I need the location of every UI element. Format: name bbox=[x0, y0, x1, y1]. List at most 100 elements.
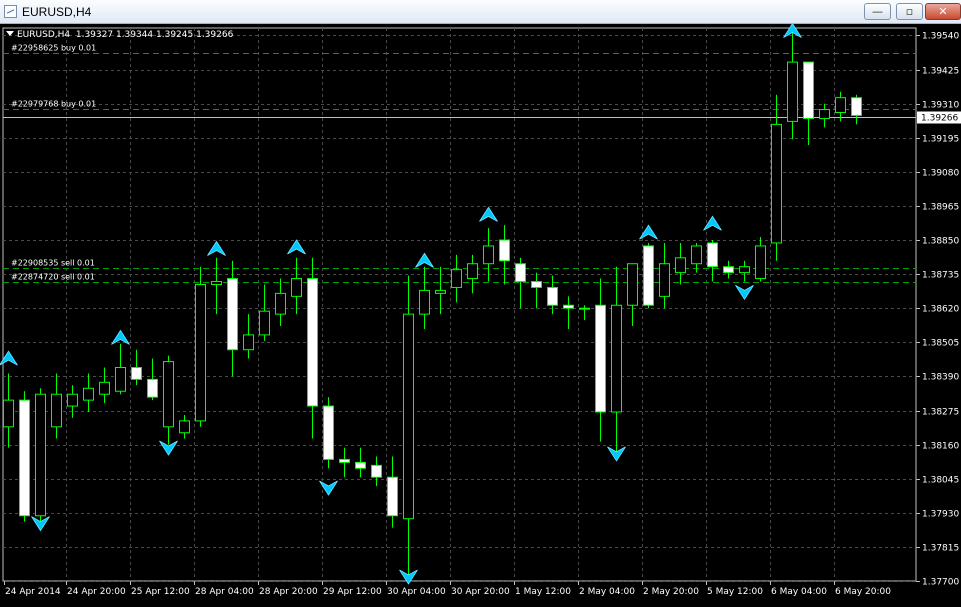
y-tick-label: 1.38160 bbox=[922, 442, 959, 452]
x-tick-label: 5 May 12:00 bbox=[707, 587, 763, 597]
y-tick-label: 1.38045 bbox=[922, 476, 959, 486]
arrow-up-icon bbox=[479, 206, 498, 222]
candle-bull bbox=[99, 381, 110, 395]
candle-bull bbox=[179, 420, 190, 434]
x-tick-label: 28 Apr 04:00 bbox=[195, 587, 254, 597]
y-tick-label: 1.37930 bbox=[922, 510, 959, 520]
x-tick-label: 28 Apr 20:00 bbox=[259, 587, 318, 597]
candle-bull bbox=[787, 61, 798, 122]
candle-bull bbox=[403, 313, 414, 520]
x-tick-label: 6 May 20:00 bbox=[835, 587, 891, 597]
arrow-down-icon bbox=[735, 284, 754, 301]
y-tick-label: 1.37700 bbox=[922, 578, 959, 588]
chart-area[interactable]: 1.39540 1.39425 1.39310 1.39195 1.39080 1.389… bbox=[0, 17, 961, 603]
y-tick-label: 1.39080 bbox=[922, 169, 959, 179]
y-tick-label: 1.39195 bbox=[922, 135, 959, 145]
candle-bull bbox=[275, 292, 286, 315]
candle-bull bbox=[3, 399, 14, 428]
arrow-up-icon bbox=[415, 252, 434, 268]
y-tick-label: 1.38275 bbox=[922, 408, 959, 418]
candle-bull bbox=[451, 269, 462, 288]
y-tick-label: 1.39310 bbox=[922, 101, 959, 111]
candle-bull bbox=[771, 123, 782, 244]
candle-bull bbox=[243, 334, 254, 351]
candle-bull bbox=[35, 393, 46, 517]
y-tick-label: 1.38505 bbox=[922, 339, 959, 349]
arrow-up-icon bbox=[703, 215, 722, 231]
x-tick-label: 2 May 04:00 bbox=[579, 587, 635, 597]
current-price-label: 1.39266 bbox=[921, 114, 958, 124]
candle-bull bbox=[755, 245, 766, 280]
x-tick-label: 25 Apr 12:00 bbox=[131, 587, 190, 597]
candle-bull bbox=[835, 97, 846, 114]
window-titlebar[interactable]: EURUSD,H4 — ▫ ✕ bbox=[0, 0, 961, 24]
chart-window-icon bbox=[4, 5, 17, 18]
symbol-info: EURUSD,H4 1.39327 1.39344 1.39245 1.3926… bbox=[6, 30, 233, 44]
candlestick-chart[interactable]: 1.39540 1.39425 1.39310 1.39195 1.39080 1.389… bbox=[0, 17, 961, 603]
candle-bear bbox=[595, 304, 606, 413]
order-line-label: #22958625 buy 0.01 bbox=[11, 44, 96, 53]
x-tick-label: 1 May 12:00 bbox=[515, 587, 571, 597]
candle-bull bbox=[419, 289, 430, 315]
order-line-label: #22874720 sell 0.01 bbox=[11, 273, 95, 282]
candle-bear bbox=[371, 464, 382, 478]
candle-bull bbox=[611, 304, 622, 413]
candle-bull bbox=[259, 310, 270, 336]
candle-bear bbox=[723, 266, 734, 274]
restore-button[interactable]: ▫ bbox=[896, 3, 923, 20]
candle-bull bbox=[579, 307, 590, 310]
x-tick-label: 30 Apr 04:00 bbox=[387, 587, 446, 597]
y-tick-label: 1.38735 bbox=[922, 271, 959, 281]
candle-bear bbox=[131, 367, 142, 380]
candle-bull bbox=[659, 263, 670, 297]
candle-bull bbox=[115, 367, 126, 392]
candle-bull bbox=[195, 283, 206, 422]
x-tick-label: 24 Apr 20:00 bbox=[67, 587, 126, 597]
candle-bear bbox=[707, 242, 718, 268]
candle-bull bbox=[163, 361, 174, 428]
x-tick-label: 24 Apr 2014 bbox=[5, 587, 61, 597]
y-tick-label: 1.39540 bbox=[922, 32, 959, 42]
order-line-label: #22979768 buy 0.01 bbox=[11, 100, 96, 109]
candle-bear bbox=[547, 286, 558, 306]
x-tick-label: 29 Apr 12:00 bbox=[323, 587, 382, 597]
candle-bear bbox=[227, 278, 238, 351]
candle-bull bbox=[211, 281, 222, 285]
candle-bear bbox=[643, 245, 654, 306]
x-tick-label: 30 Apr 20:00 bbox=[451, 587, 510, 597]
candle-bear bbox=[515, 263, 526, 283]
candle-bull bbox=[691, 245, 702, 265]
candle-bear bbox=[307, 278, 318, 407]
y-tick-label: 1.38620 bbox=[922, 305, 959, 315]
y-tick-label: 1.38965 bbox=[922, 203, 959, 213]
x-tick-label: 6 May 04:00 bbox=[771, 587, 827, 597]
candle-bull bbox=[51, 393, 62, 428]
candle-bear bbox=[531, 281, 542, 288]
y-tick-label: 1.37815 bbox=[922, 544, 959, 554]
minimize-button[interactable]: — bbox=[864, 3, 891, 20]
close-button[interactable]: ✕ bbox=[925, 3, 961, 20]
arrow-up-icon bbox=[207, 240, 226, 256]
candle-bull bbox=[483, 245, 494, 265]
arrow-up-icon bbox=[287, 239, 306, 255]
candle-bull bbox=[291, 278, 302, 297]
candle-bear bbox=[147, 378, 158, 398]
candle-bear bbox=[387, 476, 398, 517]
candle-bull bbox=[819, 109, 830, 119]
candle-bull bbox=[83, 387, 94, 401]
arrow-up-icon bbox=[111, 329, 130, 345]
candle-bull bbox=[675, 257, 686, 274]
candle-bear bbox=[19, 399, 30, 517]
candle-bull bbox=[467, 263, 478, 280]
candle-bear bbox=[563, 304, 574, 309]
candle-bear bbox=[803, 61, 814, 119]
order-line-label: #22908535 sell 0.01 bbox=[11, 259, 95, 268]
candle-bull bbox=[67, 393, 78, 407]
candle-bull bbox=[435, 289, 446, 294]
ohlc-values: 1.39327 1.39344 1.39245 1.39266 bbox=[75, 30, 234, 40]
candle-bull bbox=[627, 263, 638, 306]
chart-frame bbox=[2, 27, 917, 582]
dropdown-triangle-icon[interactable] bbox=[6, 31, 14, 36]
candle-bear bbox=[323, 405, 334, 460]
y-tick-label: 1.38390 bbox=[922, 373, 959, 383]
